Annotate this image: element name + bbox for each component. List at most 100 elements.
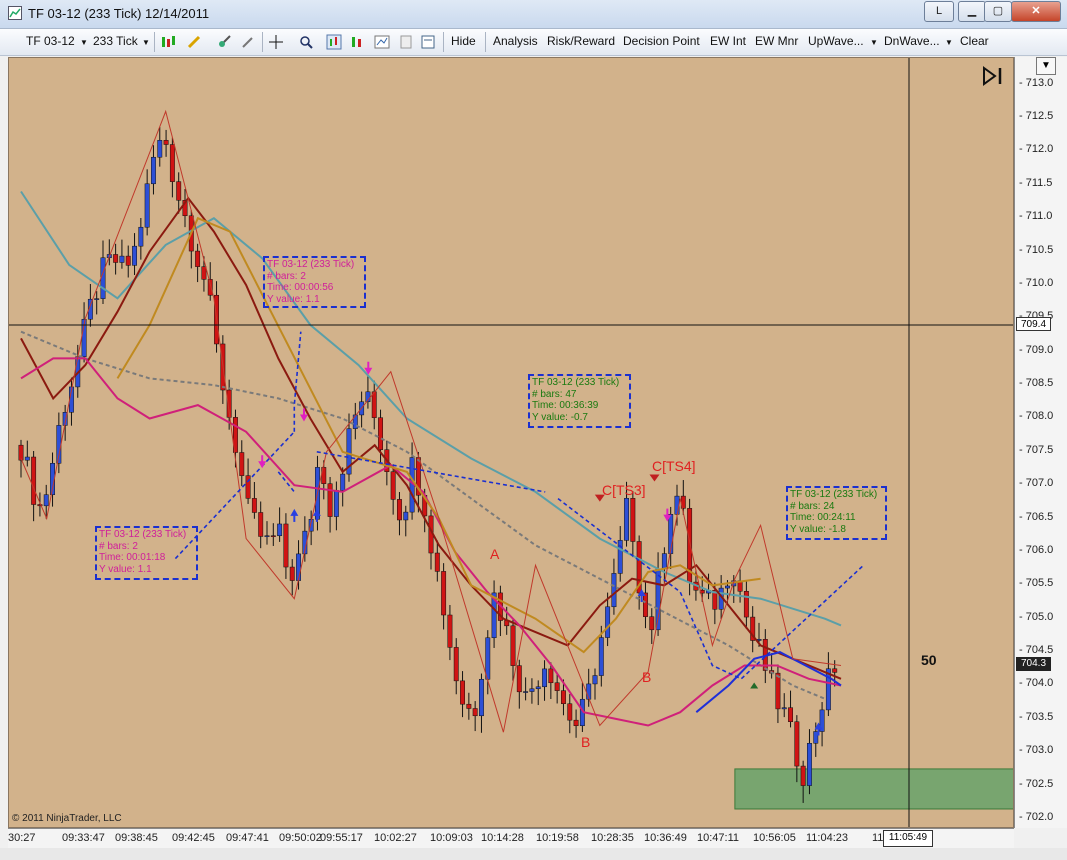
candle-body (794, 721, 800, 767)
interval-selector[interactable]: 233 Tick (93, 34, 138, 48)
candle-body (125, 255, 131, 266)
pin-icon[interactable] (240, 34, 256, 50)
candle-body (333, 490, 339, 517)
candle-body (18, 444, 24, 461)
upwave-button[interactable]: UpWave... (808, 34, 864, 48)
candle-body (832, 668, 838, 673)
clear-button[interactable]: Clear (960, 34, 989, 48)
bar-type-icon[interactable] (160, 34, 176, 50)
measure-line (293, 331, 302, 432)
indicators-icon[interactable] (326, 34, 342, 50)
ann-line: Time: 00:00:56 (267, 282, 334, 293)
price-tick-label: - 709.0 (1019, 343, 1054, 356)
copyright: © 2011 NinjaTrader, LLC (12, 813, 122, 824)
minimize-icon[interactable]: ▁ (958, 1, 986, 22)
candle-body (151, 156, 156, 185)
price-tick-label: - 710.0 (1019, 276, 1054, 289)
analysis-button[interactable]: Analysis (493, 34, 538, 48)
chevron-down-icon[interactable]: ▼ (945, 38, 953, 47)
candle-body (561, 690, 566, 704)
data-box-icon[interactable] (398, 34, 414, 50)
chart-style-icon[interactable] (374, 34, 390, 50)
ann-line: Y value: -0.7 (532, 411, 588, 423)
chevron-down-icon[interactable]: ▼ (1036, 57, 1056, 75)
candle-body (788, 707, 793, 722)
candle-body (43, 494, 49, 507)
pencil-icon[interactable] (186, 34, 202, 50)
candle-body (611, 573, 617, 608)
candle-body (239, 452, 245, 476)
ts-marker-icon (649, 474, 660, 482)
measure-annotation-4[interactable]: TF 03-12 (233 Tick) # bars: 2 Time: 00:0… (95, 526, 198, 580)
candle-body (592, 675, 598, 685)
time-tick-label: 09:55:17 (320, 832, 363, 844)
ann-line: # bars: 24 (790, 500, 835, 512)
maximize-icon[interactable]: ▢ (984, 1, 1012, 22)
candle-body (535, 686, 541, 690)
measure-annotation-2[interactable]: TF 03-12 (233 Tick) # bars: 47 Time: 00:… (528, 374, 631, 428)
price-chart[interactable] (9, 58, 1014, 828)
ew-int-button[interactable]: EW Int (710, 34, 746, 48)
measure-annotation-1[interactable]: TF 03-12 (233 Tick) # bars: 2 Time: 00:0… (263, 256, 366, 308)
chevron-down-icon[interactable]: ▼ (80, 38, 88, 47)
ann-line: Y value: 1.1 (99, 563, 152, 575)
time-tick-label: 10:47:11 (697, 832, 740, 844)
candle-body (510, 625, 516, 666)
price-tick-label: - 712.0 (1019, 143, 1054, 156)
decision-point-button[interactable]: Decision Point (623, 34, 700, 48)
status-bar (0, 848, 1067, 860)
wave-label-a: A (490, 546, 500, 562)
candle-body (743, 591, 749, 618)
crosshair-time-tag: 11:05:49 (883, 830, 933, 847)
price-tick-label: - 704.0 (1019, 677, 1054, 690)
strategies-icon[interactable] (350, 34, 366, 50)
candle-body (24, 456, 30, 461)
time-tick-label: 10:09:03 (430, 832, 473, 844)
drawing-tools-icon[interactable] (216, 34, 232, 50)
time-axis[interactable]: 11:111:04:2310:56:0510:47:1110:36:4910:2… (8, 828, 1014, 848)
properties-icon[interactable] (420, 34, 436, 50)
candle-body (113, 254, 119, 263)
price-tick-label: - 708.0 (1019, 410, 1054, 423)
price-tick-label: - 711.0 (1019, 210, 1053, 223)
risk-reward-button[interactable]: Risk/Reward (547, 34, 615, 48)
dnwave-button[interactable]: DnWave... (884, 34, 940, 48)
candle-body (542, 668, 547, 688)
candle-body (472, 708, 478, 717)
time-tick-label: 09:47:41 (226, 832, 269, 844)
close-icon[interactable]: ✕ (1011, 1, 1061, 22)
time-tick-label: 09:38:45 (115, 832, 158, 844)
chart-panel[interactable]: TF 03-12 (233 Tick) # bars: 2 Time: 00:0… (8, 57, 1014, 828)
price-tick-label: - 702.0 (1019, 810, 1054, 823)
time-tick-label: 10:56:05 (753, 832, 796, 844)
candle-body (94, 298, 100, 300)
instrument-selector[interactable]: TF 03-12 (26, 34, 75, 48)
candle-body (453, 647, 459, 682)
candle-body (397, 499, 402, 521)
hide-button[interactable]: Hide (451, 34, 476, 48)
link-button[interactable]: L (924, 1, 954, 22)
crosshair-icon[interactable] (268, 34, 284, 50)
chevron-down-icon[interactable]: ▼ (870, 38, 878, 47)
price-tick-label: - 706.0 (1019, 543, 1054, 556)
candle-body (775, 672, 781, 710)
candle-body (516, 665, 522, 693)
zoom-icon[interactable] (298, 34, 314, 50)
chevron-down-icon[interactable]: ▼ (142, 38, 150, 47)
wave-label-c-ts4: C[TS4] (652, 458, 696, 474)
candle-body (460, 680, 465, 705)
price-tick-label: - 713.0 (1019, 76, 1054, 89)
price-tick-label: - 702.5 (1019, 777, 1054, 790)
toolbar-separator (485, 32, 486, 52)
ew-mnr-button[interactable]: EW Mnr (755, 34, 798, 48)
candle-body (31, 456, 37, 505)
ann-line: # bars: 47 (532, 388, 577, 400)
candle-body (277, 523, 283, 537)
price-tick-label: - 707.0 (1019, 477, 1054, 490)
candle-body (132, 245, 137, 266)
price-axis[interactable]: - 702.0 - 702.5 - 703.0 - 703.5 - 704.0 - 704… (1014, 57, 1067, 828)
measure-annotation-3[interactable]: TF 03-12 (233 Tick) # bars: 24 Time: 00:… (786, 486, 887, 540)
ann-line: Y value: 1.1 (267, 293, 320, 305)
ann-line: TF 03-12 (233 Tick) (790, 489, 878, 500)
play-forward-icon[interactable] (982, 66, 1004, 86)
